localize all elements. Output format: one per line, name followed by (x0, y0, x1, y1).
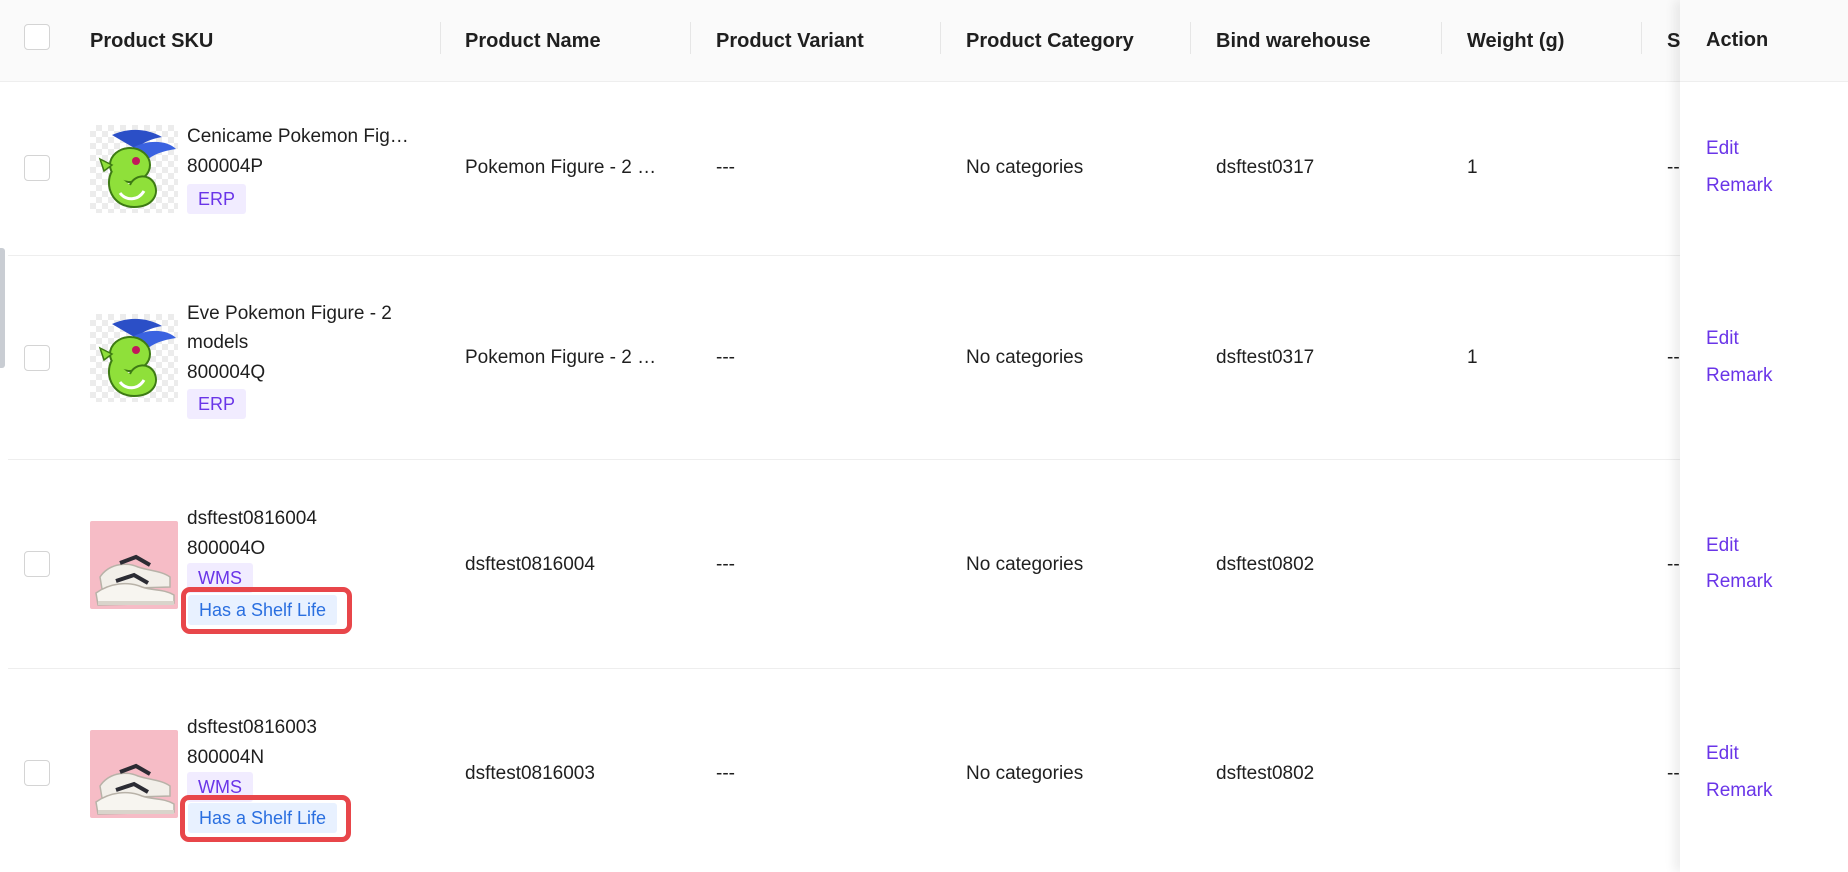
truncated-value: -- (1667, 554, 1680, 575)
row-checkbox[interactable] (24, 155, 50, 181)
product-title: dsftest0816004 (187, 508, 317, 529)
remark-link[interactable]: Remark (1706, 780, 1773, 802)
column-header-warehouse[interactable]: Bind warehouse (1216, 0, 1370, 82)
erp-tag: ERP (187, 389, 247, 419)
bind-warehouse: dsftest0317 (1216, 157, 1315, 178)
remark-link[interactable]: Remark (1706, 175, 1773, 197)
column-header-category[interactable]: Product Category (966, 0, 1134, 82)
pokemon-figure-image (90, 125, 178, 213)
bind-warehouse: dsftest0802 (1216, 763, 1315, 784)
product-title-line2: models (187, 332, 249, 353)
remark-link[interactable]: Remark (1706, 571, 1773, 593)
column-divider (690, 22, 691, 54)
column-header-variant[interactable]: Product Variant (716, 0, 864, 82)
truncated-value: -- (1667, 347, 1680, 368)
edit-link[interactable]: Edit (1706, 743, 1739, 765)
weight-value: 1 (1467, 347, 1478, 368)
product-name: Pokemon Figure - 2 … (465, 347, 657, 368)
action-column: Action Edit Remark Edit Remark Edit Rema… (1680, 0, 1848, 872)
product-variant: --- (716, 554, 735, 575)
sidebar-collapse-handle[interactable] (0, 248, 5, 368)
shelf-life-tag: Has a Shelf Life (188, 595, 338, 625)
table-row (8, 82, 1848, 256)
product-name: dsftest0816003 (465, 763, 595, 784)
select-all-checkbox[interactable] (24, 24, 50, 50)
product-sku-code: 800004N (187, 747, 265, 768)
edit-link[interactable]: Edit (1706, 138, 1739, 160)
bind-warehouse: dsftest0802 (1216, 554, 1315, 575)
product-name: Pokemon Figure - 2 … (465, 157, 657, 178)
product-variant: --- (716, 157, 735, 178)
product-variant: --- (716, 347, 735, 368)
weight-value: 1 (1467, 157, 1478, 178)
product-sku-code: 800004Q (187, 362, 266, 383)
column-divider (1190, 22, 1191, 54)
product-category: No categories (966, 157, 1084, 178)
product-title: Eve Pokemon Figure - 2 (187, 303, 392, 324)
truncated-value: -- (1667, 763, 1680, 784)
sneaker-image (90, 730, 178, 818)
product-variant: --- (716, 763, 735, 784)
table-header: Product SKU Product Name Product Variant… (0, 0, 1848, 82)
product-sku-code: 800004P (187, 156, 264, 177)
row-checkbox[interactable] (24, 345, 50, 371)
edit-link[interactable]: Edit (1706, 535, 1739, 557)
table-row (8, 460, 1848, 669)
product-category: No categories (966, 554, 1084, 575)
column-divider (440, 22, 441, 54)
column-header-name[interactable]: Product Name (465, 0, 601, 82)
row-checkbox[interactable] (24, 760, 50, 786)
product-category: No categories (966, 347, 1084, 368)
sneaker-image (90, 521, 178, 609)
remark-link[interactable]: Remark (1706, 365, 1773, 387)
erp-tag: ERP (187, 184, 247, 214)
shelf-life-tag: Has a Shelf Life (188, 803, 338, 833)
product-title: dsftest0816003 (187, 717, 317, 738)
product-sku-code: 800004O (187, 538, 266, 559)
product-title: Cenicame Pokemon Fig… (187, 126, 409, 147)
column-divider (1441, 22, 1442, 54)
column-header-truncated[interactable]: S (1667, 0, 1680, 82)
column-header-action: Action (1680, 0, 1848, 82)
bind-warehouse: dsftest0317 (1216, 347, 1315, 368)
edit-link[interactable]: Edit (1706, 328, 1739, 350)
column-divider (940, 22, 941, 54)
product-table: Product SKU Product Name Product Variant… (0, 0, 1848, 872)
table-row (8, 256, 1848, 460)
product-name: dsftest0816004 (465, 554, 595, 575)
truncated-value: -- (1667, 157, 1680, 178)
row-checkbox[interactable] (24, 551, 50, 577)
product-category: No categories (966, 763, 1084, 784)
column-header-weight[interactable]: Weight (g) (1467, 0, 1564, 82)
pokemon-figure-image (90, 314, 178, 402)
column-divider (1641, 22, 1642, 54)
column-header-sku[interactable]: Product SKU (90, 0, 213, 82)
